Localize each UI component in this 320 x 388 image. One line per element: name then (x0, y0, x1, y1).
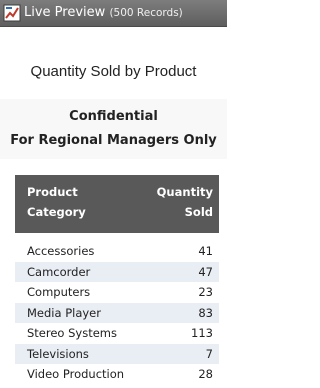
report-app-icon (3, 4, 21, 22)
category-cell: Accessories (27, 244, 95, 258)
column-header-quantity[interactable]: Quantity Sold (157, 182, 213, 222)
quantity-cell: 83 (198, 305, 213, 320)
column-header-quantity-line2: Sold (184, 205, 213, 219)
category-cell: Televisions (27, 346, 89, 361)
category-cell: Computers (27, 285, 91, 299)
quantity-cell: 28 (198, 367, 213, 381)
table-header: Product Category Quantity Sold (15, 175, 219, 233)
report-preview: Quantity Sold by Product Confidential Fo… (0, 27, 227, 388)
quantity-table: Product Category Quantity Sold Accessori… (15, 175, 219, 385)
table-row: Televisions 7 (15, 343, 219, 364)
category-cell: Video Production (27, 367, 125, 381)
window-title-text: Live Preview (24, 5, 106, 20)
confidential-label: Confidential (69, 109, 158, 124)
quantity-cell: 47 (198, 264, 213, 279)
category-cell: Camcorder (27, 264, 91, 279)
table-row: Camcorder 47 (15, 261, 219, 282)
window-titlebar: Live Preview (500 Records) (0, 0, 227, 27)
quantity-cell: 113 (191, 326, 213, 340)
window-title: Live Preview (500 Records) (24, 5, 183, 20)
column-header-quantity-line1: Quantity (156, 185, 213, 199)
category-cell: Stereo Systems (27, 326, 118, 340)
column-header-category-line2: Category (27, 205, 86, 219)
column-header-category-line1: Product (27, 185, 78, 199)
category-cell: Media Player (27, 305, 101, 320)
quantity-cell: 23 (198, 285, 213, 299)
table-row: Video Production 28 (15, 364, 219, 385)
audience-label: For Regional Managers Only (10, 133, 217, 148)
record-count: (500 Records) (109, 7, 183, 19)
table-row: Stereo Systems 113 (15, 323, 219, 344)
quantity-cell: 7 (205, 346, 213, 361)
column-header-category[interactable]: Product Category (27, 182, 86, 222)
table-body: Accessories 41 Camcorder 47 Computers 23… (15, 233, 219, 385)
report-subheader-band (0, 99, 227, 159)
quantity-cell: 41 (198, 244, 213, 258)
table-row: Media Player 83 (15, 302, 219, 323)
table-row: Computers 23 (15, 282, 219, 303)
report-title: Quantity Sold by Product (30, 63, 197, 80)
table-row: Accessories 41 (15, 241, 219, 262)
